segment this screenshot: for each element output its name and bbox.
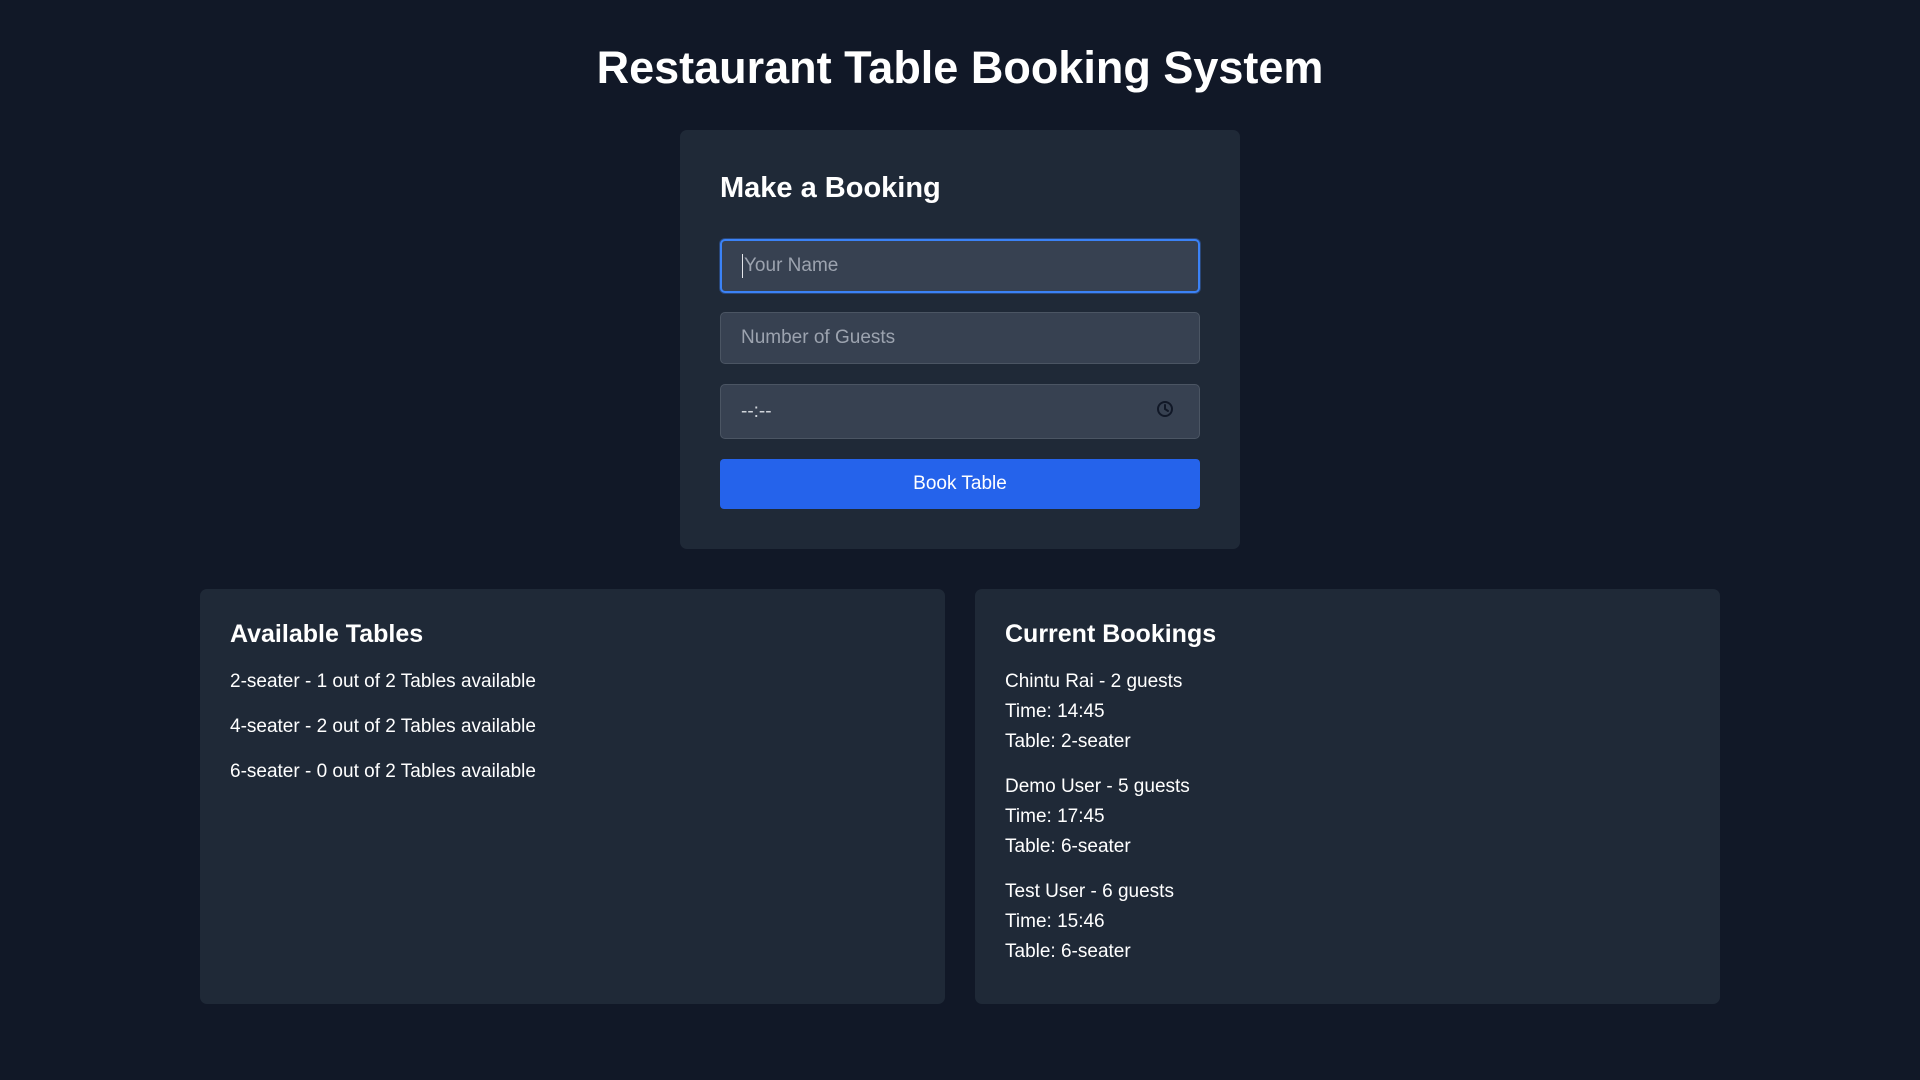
booking-time: Time: 17:45 bbox=[1005, 806, 1105, 827]
time-input[interactable]: --:-- bbox=[720, 384, 1200, 439]
available-tables-heading: Available Tables bbox=[230, 620, 424, 648]
booking-table: Table: 6-seater bbox=[1005, 941, 1131, 962]
table-availability-item: 4-seater - 2 out of 2 Tables available bbox=[230, 716, 536, 737]
booking-time: Time: 15:46 bbox=[1005, 911, 1105, 932]
booking-entry: Demo User - 5 guests Time: 17:45 Table: … bbox=[1005, 772, 1690, 862]
booking-summary: Test User - 6 guests bbox=[1005, 881, 1174, 902]
name-input[interactable]: Your Name bbox=[720, 239, 1200, 293]
current-bookings-heading: Current Bookings bbox=[1005, 620, 1217, 648]
booking-form-card: Make a Booking Your Name Number of Guest… bbox=[680, 130, 1240, 549]
booking-entry: Chintu Rai - 2 guests Time: 14:45 Table:… bbox=[1005, 667, 1690, 757]
booking-form-heading: Make a Booking bbox=[720, 172, 941, 204]
booking-summary: Chintu Rai - 2 guests bbox=[1005, 671, 1183, 692]
text-caret bbox=[742, 254, 743, 278]
booking-table: Table: 2-seater bbox=[1005, 731, 1131, 752]
clock-icon[interactable] bbox=[1155, 399, 1179, 425]
table-availability-item: 2-seater - 1 out of 2 Tables available bbox=[230, 671, 536, 692]
book-table-button[interactable]: Book Table bbox=[720, 459, 1200, 509]
guests-input[interactable]: Number of Guests bbox=[720, 312, 1200, 364]
current-bookings-panel: Current Bookings Chintu Rai - 2 guests T… bbox=[975, 589, 1720, 1004]
booking-entry: Test User - 6 guests Time: 15:46 Table: … bbox=[1005, 877, 1690, 967]
name-input-placeholder: Your Name bbox=[744, 255, 839, 276]
page: Restaurant Table Booking System Make a B… bbox=[0, 0, 1920, 1080]
booking-time: Time: 14:45 bbox=[1005, 701, 1105, 722]
booking-table: Table: 6-seater bbox=[1005, 836, 1131, 857]
available-tables-panel: Available Tables 2-seater - 1 out of 2 T… bbox=[200, 589, 945, 1004]
time-input-value: --:-- bbox=[741, 400, 772, 422]
booking-summary: Demo User - 5 guests bbox=[1005, 776, 1190, 797]
guests-input-placeholder: Number of Guests bbox=[741, 327, 896, 348]
page-title: Restaurant Table Booking System bbox=[596, 42, 1324, 93]
table-availability-item: 6-seater - 0 out of 2 Tables available bbox=[230, 761, 536, 782]
